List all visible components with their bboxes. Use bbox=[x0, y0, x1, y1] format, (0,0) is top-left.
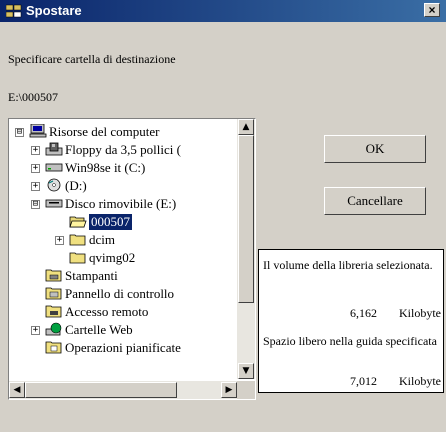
control-panel-icon bbox=[45, 287, 62, 300]
folder-icon bbox=[69, 252, 86, 264]
drive-icon bbox=[45, 163, 63, 172]
folder-move-icon bbox=[6, 4, 22, 18]
folder-icon bbox=[69, 234, 86, 246]
cd-drive-icon bbox=[47, 178, 61, 192]
destination-prompt: Specificare cartella di destinazione bbox=[8, 52, 176, 66]
expand-toggle[interactable]: + bbox=[55, 236, 64, 245]
vertical-scroll-thumb[interactable] bbox=[238, 135, 254, 303]
volume-label: Il volume della libreria selezionata. bbox=[263, 258, 433, 272]
tree-item-label: Cartelle Web bbox=[65, 322, 133, 337]
tree-item-label: Operazioni pianificate bbox=[65, 340, 181, 355]
collapse-toggle[interactable]: ⊟ bbox=[15, 128, 24, 137]
volume-unit: Kilobyte bbox=[399, 306, 441, 320]
tree-item-label-selected: 000507 bbox=[88, 213, 133, 231]
window-title: Spostare bbox=[26, 3, 82, 18]
tree-item-label: Pannello di controllo bbox=[65, 286, 175, 301]
tree-item-label: Disco rimovibile (E:) bbox=[65, 196, 177, 211]
free-space-value: 7,012 bbox=[350, 374, 377, 388]
expand-toggle[interactable]: + bbox=[31, 182, 40, 191]
title-bar[interactable]: Spostare × bbox=[0, 0, 446, 22]
free-space-unit: Kilobyte bbox=[399, 374, 441, 388]
scroll-up-icon[interactable]: ▲ bbox=[238, 119, 254, 135]
folder-open-icon bbox=[69, 216, 87, 228]
scroll-left-icon[interactable]: ◀ bbox=[9, 382, 25, 398]
scroll-down-icon[interactable]: ▼ bbox=[238, 363, 254, 379]
removable-drive-icon bbox=[45, 199, 63, 208]
folder-tree[interactable]: ⊟ Risorse del computer + Floppy da 3,5 p… bbox=[8, 118, 256, 400]
horizontal-scrollbar[interactable]: ◀ ▶ bbox=[9, 381, 239, 399]
web-folders-icon bbox=[45, 322, 62, 336]
vertical-scrollbar[interactable]: ▲ ▼ bbox=[237, 119, 255, 379]
tree-item-label: Floppy da 3,5 pollici ( bbox=[65, 142, 181, 157]
cancel-button[interactable]: Cancellare bbox=[324, 187, 426, 215]
tree-item-label: Win98se it (C:) bbox=[65, 160, 146, 175]
expand-toggle[interactable]: + bbox=[31, 146, 40, 155]
tree-item-label: qvimg02 bbox=[89, 250, 136, 265]
computer-icon bbox=[29, 124, 47, 138]
floppy-icon bbox=[45, 142, 63, 156]
tree-item-label: (D:) bbox=[65, 178, 87, 193]
scheduled-tasks-icon bbox=[45, 341, 62, 354]
space-info-panel: Il volume della libreria selezionata. 6,… bbox=[258, 249, 444, 393]
ok-button[interactable]: OK bbox=[324, 135, 426, 163]
free-space-label: Spazio libero nella guida specificata bbox=[263, 334, 437, 348]
volume-value: 6,162 bbox=[350, 306, 377, 320]
close-button[interactable]: × bbox=[424, 3, 440, 17]
tree-item-label: Risorse del computer bbox=[49, 124, 160, 139]
horizontal-scroll-thumb[interactable] bbox=[25, 382, 177, 398]
dialup-icon bbox=[45, 305, 62, 318]
move-dialog: Spostare × Specificare cartella di desti… bbox=[0, 0, 446, 432]
collapse-toggle[interactable]: ⊟ bbox=[31, 200, 40, 209]
expand-toggle[interactable]: + bbox=[31, 164, 40, 173]
tree-item-label: Accesso remoto bbox=[65, 304, 149, 319]
printers-icon bbox=[45, 269, 62, 282]
current-path: E:\000507 bbox=[8, 90, 58, 104]
scrollbar-corner bbox=[237, 381, 255, 399]
tree-item-label: Stampanti bbox=[65, 268, 118, 283]
scroll-right-icon[interactable]: ▶ bbox=[221, 382, 237, 398]
expand-toggle[interactable]: + bbox=[31, 326, 40, 335]
tree-item-label: dcim bbox=[89, 232, 115, 247]
folder-tree-content: ⊟ Risorse del computer + Floppy da 3,5 p… bbox=[9, 119, 237, 377]
